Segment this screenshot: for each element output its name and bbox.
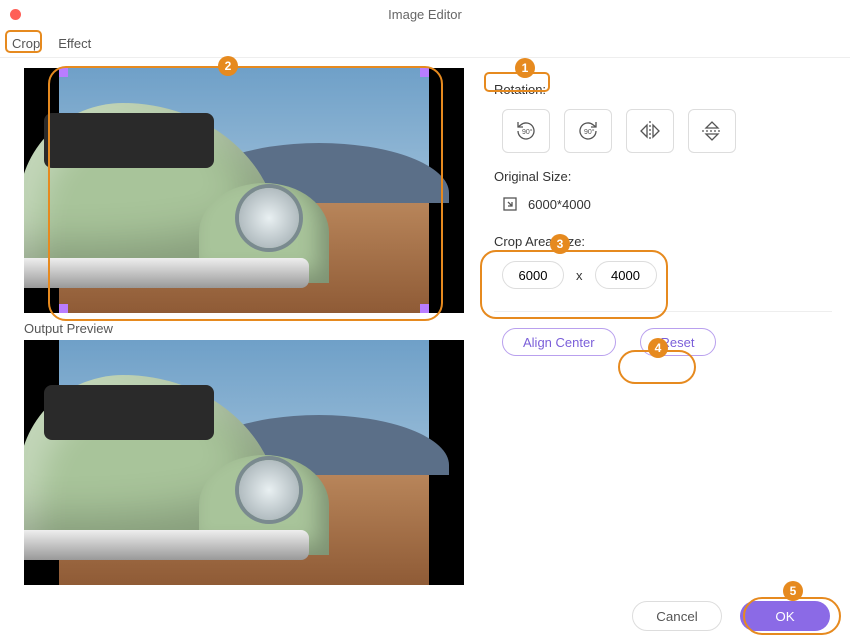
rotate-cw-icon: 90°	[575, 118, 601, 144]
svg-text:90°: 90°	[584, 128, 595, 136]
footer: Cancel OK	[632, 601, 830, 631]
output-preview-label: Output Preview	[24, 321, 464, 336]
flip-vertical-icon	[699, 118, 725, 144]
cancel-button[interactable]: Cancel	[632, 601, 722, 631]
flip-horizontal-button[interactable]	[626, 109, 674, 153]
rotate-ccw-button[interactable]: 90°	[502, 109, 550, 153]
crop-area-size-label: Crop Area Size:	[494, 234, 832, 249]
flip-horizontal-icon	[637, 118, 663, 144]
original-size-label: Original Size:	[494, 169, 832, 184]
crop-handle-tl[interactable]	[59, 68, 68, 77]
original-size-value: 6000*4000	[528, 197, 591, 212]
crop-handle-tr[interactable]	[420, 68, 429, 77]
titlebar: Image Editor	[0, 0, 850, 28]
rotate-ccw-icon: 90°	[513, 118, 539, 144]
rotation-label: Rotation:	[494, 82, 832, 97]
crop-x-label: x	[576, 268, 583, 283]
window-title: Image Editor	[388, 7, 462, 22]
tabs: Crop Effect	[0, 28, 850, 58]
crop-canvas[interactable]	[24, 68, 464, 313]
flip-vertical-button[interactable]	[688, 109, 736, 153]
close-icon[interactable]	[10, 9, 21, 20]
ok-button[interactable]: OK	[740, 601, 830, 631]
tab-effect[interactable]: Effect	[56, 32, 93, 57]
divider	[494, 311, 832, 312]
crop-height-input[interactable]	[595, 261, 657, 289]
tab-crop[interactable]: Crop	[10, 32, 42, 57]
align-center-button[interactable]: Align Center	[502, 328, 616, 356]
svg-text:90°: 90°	[522, 128, 533, 136]
crop-handle-bl[interactable]	[59, 304, 68, 313]
crop-width-input[interactable]	[502, 261, 564, 289]
output-preview	[24, 340, 464, 585]
crop-handle-br[interactable]	[420, 304, 429, 313]
reset-button[interactable]: Reset	[640, 328, 716, 356]
expand-icon	[502, 196, 518, 212]
rotate-cw-button[interactable]: 90°	[564, 109, 612, 153]
source-image	[59, 68, 429, 313]
